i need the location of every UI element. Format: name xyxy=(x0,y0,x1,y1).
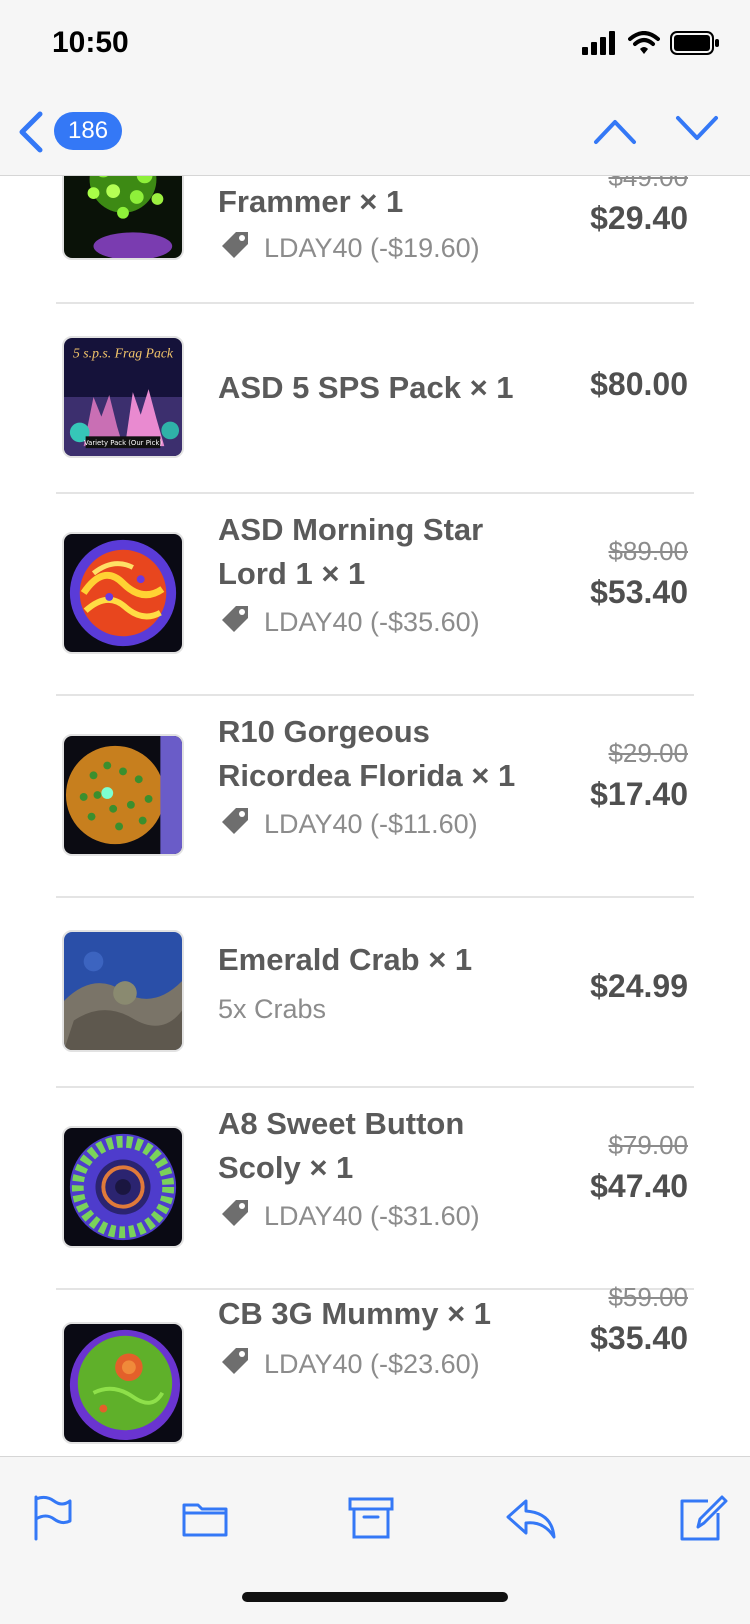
item-price: $47.40 xyxy=(590,1168,688,1204)
status-icons xyxy=(582,30,720,60)
archive-icon[interactable] xyxy=(346,1493,396,1543)
battery-icon xyxy=(670,30,720,60)
discount-text: LDAY40 (-$19.60) xyxy=(264,233,480,263)
tag-icon xyxy=(218,228,252,269)
wifi-icon xyxy=(628,30,660,60)
item-price: $35.40 xyxy=(590,1320,688,1356)
discount-code: LDAY40 (-$11.60) xyxy=(218,804,478,845)
tag-icon xyxy=(218,1344,252,1385)
home-indicator[interactable] xyxy=(242,1592,508,1602)
thumb-caption: 5 s.p.s. Frag Pack xyxy=(73,346,174,361)
item-title: Emerald Crab × 1 xyxy=(218,942,473,977)
item-title: CB 3G Mummy × 1 xyxy=(218,1296,492,1331)
item-price: $29.40 xyxy=(590,200,688,236)
discount-code: LDAY40 (-$19.60) xyxy=(218,228,480,269)
product-thumbnail xyxy=(62,734,184,856)
order-items-list: Frammer × 1 $49.00 $29.40 LDAY40 (-$19.6… xyxy=(0,0,750,1456)
previous-message-icon[interactable] xyxy=(592,112,638,148)
flag-icon[interactable] xyxy=(26,1493,76,1543)
discount-code: LDAY40 (-$35.60) xyxy=(218,602,480,643)
order-item[interactable]: CB 3G Mummy × 1 LDAY40 (-$23.60) $59.00 … xyxy=(56,1282,694,1456)
item-title: R10 Gorgeous Ricordea Florida × 1 xyxy=(218,714,516,793)
unread-count-badge[interactable]: 186 xyxy=(54,112,123,150)
reply-icon[interactable] xyxy=(504,1493,556,1543)
discount-code: LDAY40 (-$23.60) xyxy=(218,1344,480,1385)
tag-icon xyxy=(218,804,252,845)
discount-text: LDAY40 (-$11.60) xyxy=(264,809,478,839)
discount-text: LDAY40 (-$31.60) xyxy=(264,1201,480,1231)
item-price: $53.40 xyxy=(590,574,688,610)
status-time: 10:50 xyxy=(52,26,129,59)
thumb-subcaption: Variety Pack (Our Pick) xyxy=(84,439,162,447)
discount-text: LDAY40 (-$35.60) xyxy=(264,607,480,637)
item-title: ASD Morning Star Lord 1 × 1 xyxy=(218,512,484,591)
compose-icon[interactable] xyxy=(678,1493,728,1543)
discount-code: LDAY40 (-$31.60) xyxy=(218,1196,480,1237)
product-thumbnail: 5 s.p.s. Frag Pack Variety Pack (Our Pic… xyxy=(62,336,184,458)
next-message-icon[interactable] xyxy=(674,112,720,148)
order-item[interactable]: R10 Gorgeous Ricordea Florida × 1 LDAY40… xyxy=(56,696,694,898)
item-price: $24.99 xyxy=(590,968,688,1004)
item-price: $17.40 xyxy=(590,776,688,812)
tag-icon xyxy=(218,1196,252,1237)
cellular-signal-icon xyxy=(582,30,618,60)
discount-text: LDAY40 (-$23.60) xyxy=(264,1349,480,1379)
item-title: A8 Sweet Button Scoly × 1 xyxy=(218,1106,465,1185)
folder-icon[interactable] xyxy=(180,1493,230,1543)
product-thumbnail xyxy=(62,1126,184,1248)
order-item[interactable]: A8 Sweet Button Scoly × 1 LDAY40 (-$31.6… xyxy=(56,1088,694,1290)
item-original-price: $79.00 xyxy=(608,1130,688,1160)
product-thumbnail xyxy=(62,532,184,654)
order-item[interactable]: ASD Morning Star Lord 1 × 1 LDAY40 (-$35… xyxy=(56,494,694,696)
item-title: ASD 5 SPS Pack × 1 xyxy=(218,370,514,405)
tag-icon xyxy=(218,602,252,643)
item-note: 5x Crabs xyxy=(218,994,327,1024)
product-thumbnail xyxy=(62,930,184,1052)
back-chevron-icon[interactable] xyxy=(16,108,46,156)
item-original-price: $29.00 xyxy=(608,738,688,768)
order-item[interactable]: Emerald Crab × 1 5x Crabs $24.99 xyxy=(56,898,694,1088)
navigation-header: 10:50 186 xyxy=(0,0,750,176)
order-item[interactable]: 5 s.p.s. Frag Pack Variety Pack (Our Pic… xyxy=(56,304,694,494)
item-price: $80.00 xyxy=(590,366,688,402)
item-title: Frammer × 1 xyxy=(218,184,404,219)
product-thumbnail xyxy=(62,1322,184,1444)
item-original-price: $89.00 xyxy=(608,536,688,566)
item-original-price: $59.00 xyxy=(608,1282,688,1312)
